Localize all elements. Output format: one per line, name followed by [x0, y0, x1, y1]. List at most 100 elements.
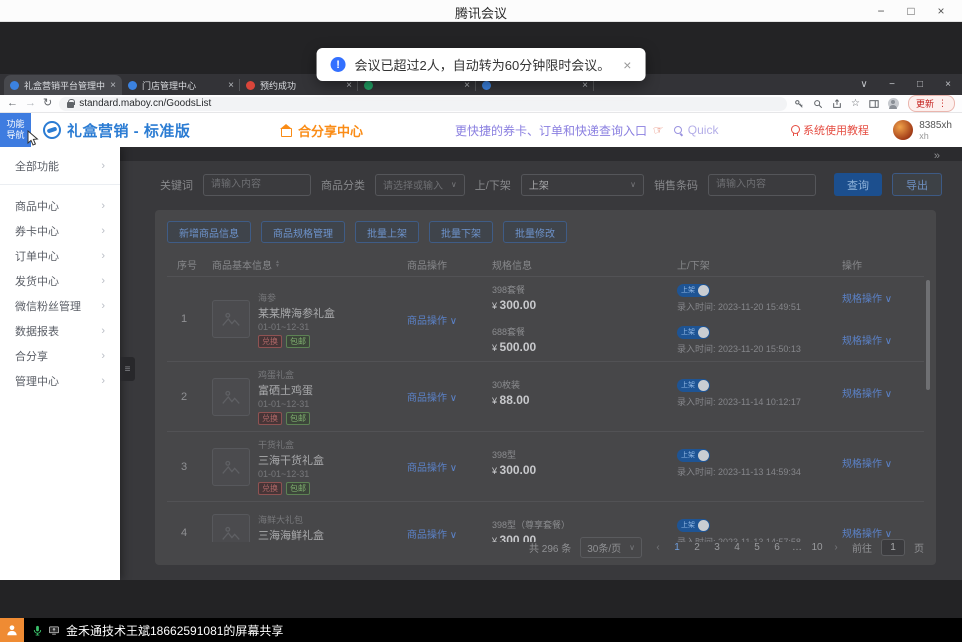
sidebar-item[interactable]: 合分享› [0, 343, 120, 368]
sort-icon[interactable]: ▲▼ [275, 260, 280, 269]
page-number[interactable]: 6 [769, 542, 785, 553]
table-scrollbar[interactable] [926, 280, 930, 390]
browser-profile-icon[interactable] [888, 98, 899, 109]
user-avatar [893, 120, 913, 140]
browser-minimize-button[interactable]: − [878, 79, 906, 90]
shelf-status-toggle[interactable]: 上架 [677, 519, 710, 532]
key-icon[interactable] [794, 99, 804, 109]
product-tag: 兑换 [258, 335, 282, 348]
page-number[interactable]: 4 [729, 542, 745, 553]
goto-page-input[interactable] [881, 539, 905, 556]
share-center-link[interactable]: 合分享中心 [280, 121, 363, 140]
sidebar-item[interactable]: 管理中心› [0, 368, 120, 393]
toast-close-icon[interactable]: × [623, 57, 631, 73]
sidebar-item-label: 合分享 [15, 348, 48, 364]
status-select[interactable]: 上架 ∨ [521, 174, 644, 196]
url-omnibox[interactable]: standard.maboy.cn/GoodsList [59, 97, 787, 111]
product-action-link[interactable]: 商品操作 ∨ [407, 389, 457, 404]
tab-close-icon[interactable]: × [464, 80, 470, 91]
toolbar-button[interactable]: 商品规格管理 [261, 221, 345, 243]
product-cell: 干货礼盒三海干货礼盒01-01~12-31兑换包邮 [212, 432, 407, 501]
chrome-update-button[interactable]: 更新 ⋮ [908, 95, 955, 112]
browser-tab[interactable]: 门店管理中心× [122, 75, 240, 95]
promo-entry[interactable]: 更快捷的券卡、订单和快递查询入口 ☞ Quick [455, 122, 718, 139]
price-amount: 88.00 [500, 393, 530, 407]
browser-tab[interactable]: 礼盒营销平台管理中心× [4, 75, 122, 95]
barcode-input[interactable] [708, 174, 816, 196]
side-panel-icon[interactable] [869, 99, 879, 109]
sidebar-item[interactable]: 商品中心› [0, 193, 120, 218]
tab-close-icon[interactable]: × [110, 80, 116, 91]
toggle-label: 上架 [681, 450, 695, 460]
sidebar-item-label: 发货中心 [15, 273, 59, 289]
system-tutorial-link[interactable]: 系统使用教程 [790, 122, 869, 138]
collapse-right-icon[interactable]: » [934, 150, 940, 162]
sharer-avatar-icon [0, 618, 24, 642]
product-tag: 兑换 [258, 412, 282, 425]
product-action-link[interactable]: 商品操作 ∨ [407, 459, 457, 474]
sidebar-item[interactable]: 数据报表› [0, 318, 120, 343]
sidebar-item[interactable]: 微信粉丝管理› [0, 293, 120, 318]
sidebar-item[interactable]: 发货中心› [0, 268, 120, 293]
spec-price: ¥ 300.00 [492, 461, 677, 479]
search-button[interactable]: 查询 [834, 173, 882, 196]
browser-close-button[interactable]: × [934, 79, 962, 90]
page-number[interactable]: 5 [749, 542, 765, 553]
meeting-close-button[interactable]: × [926, 4, 956, 18]
toolbar-button[interactable]: 新增商品信息 [167, 221, 251, 243]
sidebar-item-label: 订单中心 [15, 248, 59, 264]
page-numbers: ‹ 123456 … 10 › [651, 542, 843, 553]
category-select[interactable]: 请选择或输入 ∨ [375, 174, 465, 196]
user-account[interactable]: 8385xh xh [893, 120, 952, 141]
page-number[interactable]: … [789, 542, 805, 553]
tab-close-icon[interactable]: × [582, 80, 588, 91]
next-page-button[interactable]: › [829, 542, 843, 553]
entry-time: 录入时间: 2023-11-14 10:12:17 [677, 395, 842, 408]
meeting-minimize-button[interactable]: − [866, 4, 896, 18]
toolbar-button[interactable]: 批量修改 [503, 221, 567, 243]
meeting-title: 腾讯会议 [0, 3, 962, 22]
quick-search[interactable]: Quick [674, 123, 719, 137]
nav-label-1: 功能 [6, 119, 24, 130]
toolbar-button[interactable]: 批量下架 [429, 221, 493, 243]
share-icon[interactable] [832, 99, 842, 109]
shelf-status-toggle[interactable]: 上架 [677, 284, 710, 297]
keyword-input[interactable] [203, 174, 311, 196]
meeting-maximize-button[interactable]: □ [896, 4, 926, 18]
zoom-icon[interactable] [813, 99, 823, 109]
column-header: 上/下架 [677, 257, 842, 272]
spec-action-link[interactable]: 规格操作 ∨ [842, 336, 892, 347]
page-size-select[interactable]: 30条/页 ∨ [580, 537, 642, 558]
page-number[interactable]: 1 [669, 542, 685, 553]
entry-time: 录入时间: 2023-11-20 15:49:51 [677, 300, 842, 313]
spec-action-link[interactable]: 规格操作 ∨ [842, 389, 892, 400]
spec-price: ¥ 300.00 [492, 296, 677, 314]
menu-handle[interactable]: ≡ [120, 357, 135, 381]
tab-close-icon[interactable]: × [228, 80, 234, 91]
browser-maximize-button[interactable]: □ [906, 79, 934, 90]
spec-action-link[interactable]: 规格操作 ∨ [842, 294, 892, 305]
product-category: 海鲜大礼包 [258, 513, 324, 526]
page-number[interactable]: 3 [709, 542, 725, 553]
bookmark-star-icon[interactable]: ☆ [851, 99, 860, 109]
page-number[interactable]: 2 [689, 542, 705, 553]
tab-close-icon[interactable]: × [346, 80, 352, 91]
shelf-status-toggle[interactable]: 上架 [677, 449, 710, 462]
toolbar-button[interactable]: 批量上架 [355, 221, 419, 243]
spec-action-link[interactable]: 规格操作 ∨ [842, 459, 892, 470]
sidebar-item[interactable]: 全部功能› [0, 151, 120, 181]
tab-search-icon[interactable]: ∨ [850, 79, 878, 90]
refresh-icon[interactable]: ↻ [43, 98, 52, 109]
sidebar-item[interactable]: 订单中心› [0, 243, 120, 268]
prev-page-button[interactable]: ‹ [651, 542, 665, 553]
export-button[interactable]: 导出 [892, 173, 942, 196]
toggle-label: 上架 [681, 520, 695, 530]
more-menu-icon[interactable]: ⋮ [938, 98, 947, 109]
back-icon[interactable]: ← [7, 98, 18, 109]
product-action-link[interactable]: 商品操作 ∨ [407, 312, 457, 327]
currency-symbol: ¥ [492, 301, 500, 311]
shelf-status-toggle[interactable]: 上架 [677, 379, 710, 392]
page-number[interactable]: 10 [809, 542, 825, 553]
sidebar-item[interactable]: 券卡中心› [0, 218, 120, 243]
shelf-status-toggle[interactable]: 上架 [677, 326, 710, 339]
